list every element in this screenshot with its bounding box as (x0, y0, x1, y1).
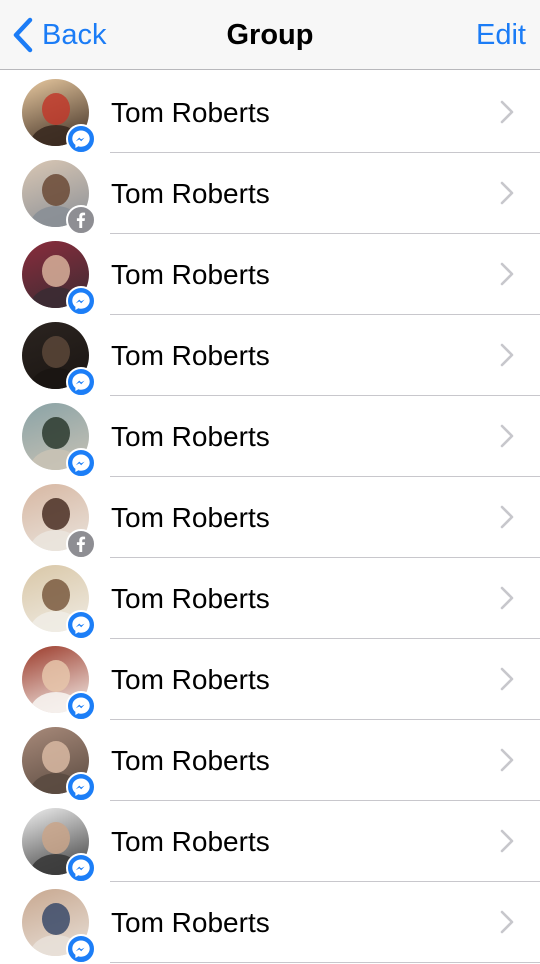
chevron-right-icon (500, 424, 514, 448)
member-row[interactable]: Tom Roberts (0, 639, 540, 721)
messenger-icon (66, 853, 96, 883)
chevron-right-icon (500, 505, 514, 529)
edit-button[interactable]: Edit (476, 13, 526, 57)
chevron-right-icon (500, 262, 514, 286)
chevron-right-icon (500, 181, 514, 205)
member-row[interactable]: Tom Roberts (0, 396, 540, 478)
messenger-icon (66, 691, 96, 721)
chevron-right-icon (500, 910, 514, 934)
messenger-icon (66, 772, 96, 802)
messenger-icon (66, 367, 96, 397)
member-row[interactable]: Tom Roberts (0, 558, 540, 640)
member-list: Tom Roberts Tom Roberts Tom Roberts Tom Rob… (0, 72, 540, 964)
chevron-right-icon (500, 667, 514, 691)
facebook-icon (66, 529, 96, 559)
member-row[interactable]: Tom Roberts (0, 234, 540, 316)
member-row[interactable]: Tom Roberts (0, 315, 540, 397)
messenger-icon (66, 934, 96, 964)
member-name: Tom Roberts (111, 664, 270, 695)
member-name: Tom Roberts (111, 583, 270, 614)
member-name: Tom Roberts (111, 421, 270, 452)
member-name: Tom Roberts (111, 178, 270, 209)
chevron-right-icon (500, 586, 514, 610)
chevron-right-icon (500, 343, 514, 367)
member-name: Tom Roberts (111, 907, 270, 938)
member-name: Tom Roberts (111, 745, 270, 776)
member-name: Tom Roberts (111, 97, 270, 128)
messenger-icon (66, 610, 96, 640)
member-name: Tom Roberts (111, 340, 270, 371)
messenger-icon (66, 286, 96, 316)
facebook-icon (66, 205, 96, 235)
navigation-bar: Back Group Edit (0, 0, 540, 70)
chevron-right-icon (500, 100, 514, 124)
member-name: Tom Roberts (111, 502, 270, 533)
member-row[interactable]: Tom Roberts (0, 801, 540, 883)
messenger-icon (66, 124, 96, 154)
page-title: Group (226, 19, 314, 51)
chevron-right-icon (500, 748, 514, 772)
chevron-right-icon (500, 829, 514, 853)
member-name: Tom Roberts (111, 826, 270, 857)
messenger-icon (66, 448, 96, 478)
member-row[interactable]: Tom Roberts (0, 882, 540, 964)
member-row[interactable]: Tom Roberts (0, 153, 540, 235)
member-row[interactable]: Tom Roberts (0, 720, 540, 802)
member-row[interactable]: Tom Roberts (0, 477, 540, 559)
member-name: Tom Roberts (111, 259, 270, 290)
member-row[interactable]: Tom Roberts (0, 72, 540, 154)
